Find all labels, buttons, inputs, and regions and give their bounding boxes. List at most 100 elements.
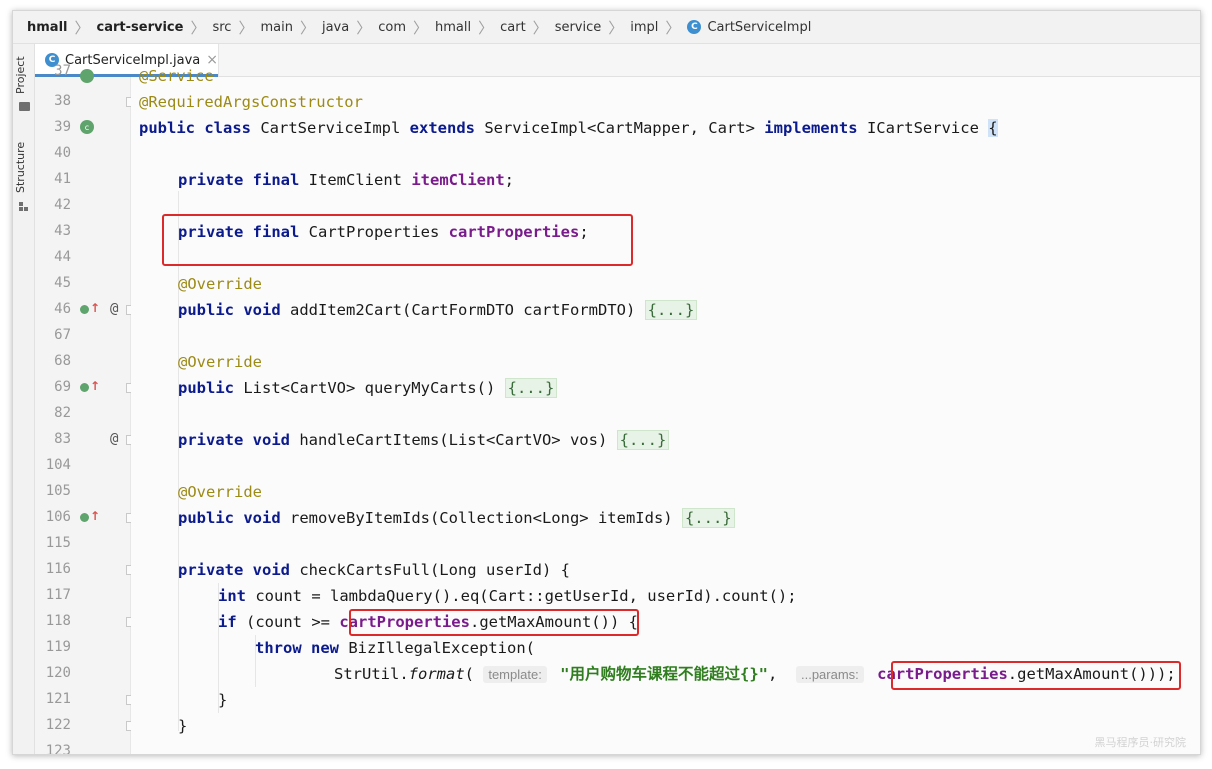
folded-block[interactable]: {...}: [616, 430, 670, 450]
line-number: 122: [45, 717, 71, 733]
line-number: 67: [54, 327, 71, 343]
code-text: @Override: [178, 483, 262, 501]
breadcrumb-label: service: [554, 19, 602, 35]
chevron-right-icon: 〉: [356, 18, 372, 37]
chevron-right-icon: 〉: [532, 18, 548, 37]
editor-gutter: 37 38 39 c 40 41 42 43 44 45 46 ↑ @ 67 68 6…: [35, 63, 136, 755]
class-icon: C: [687, 20, 702, 34]
chevron-right-icon: 〉: [74, 18, 90, 37]
code-text: }: [218, 691, 228, 709]
code-text: public List<CartVO> queryMyCarts() {...}: [178, 375, 558, 401]
chevron-right-icon: 〉: [299, 18, 315, 37]
code-text: StrUtil.format( template: "用户购物车课程不能超过{}…: [334, 665, 1176, 683]
structure-icon: [19, 202, 29, 211]
code-text: throw new BizIllegalException(: [255, 639, 535, 657]
breadcrumb-item[interactable]: main: [260, 20, 292, 35]
code-line: @RequiredArgsConstructor: [131, 89, 1200, 115]
line-number: 46: [54, 301, 71, 317]
line-number: 39: [54, 119, 71, 135]
chevron-right-icon: 〉: [478, 18, 494, 37]
inlay-hint: ...params:: [795, 666, 864, 683]
line-number: 83: [54, 431, 71, 447]
project-tool-button[interactable]: Project: [14, 52, 34, 114]
code-text: @Service: [139, 67, 214, 85]
ide-window: hmall 〉 cart-service 〉 src 〉 main 〉 java…: [12, 10, 1201, 755]
breadcrumb-class-item[interactable]: C CartServiceImpl: [687, 20, 811, 35]
code-line: public List<CartVO> queryMyCarts() {...}: [131, 375, 1200, 401]
folded-block[interactable]: {...}: [644, 300, 698, 320]
code-line: StrUtil.format( template: "用户购物车课程不能超过{}…: [131, 661, 1200, 687]
breadcrumb-item[interactable]: src: [212, 20, 231, 35]
breadcrumb-label: com: [378, 19, 406, 35]
code-line: }: [131, 687, 1200, 713]
structure-tool-label: Structure: [14, 141, 27, 193]
chevron-right-icon: 〉: [190, 18, 206, 37]
code-line: public class CartServiceImpl extends Ser…: [131, 115, 1200, 141]
breadcrumb-label: cart-service: [96, 19, 184, 35]
code-line: private final CartProperties cartPropert…: [131, 219, 1200, 245]
code-text: }: [178, 717, 188, 735]
at-sign-icon[interactable]: @: [110, 432, 118, 446]
line-number: 115: [45, 535, 71, 551]
line-number: 119: [45, 639, 71, 655]
code-text: public class CartServiceImpl extends Ser…: [139, 119, 998, 137]
code-text: @Override: [178, 353, 262, 371]
code-text: @Override: [178, 275, 262, 293]
code-line: private void handleCartItems(List<CartVO…: [131, 427, 1200, 453]
code-text: int count = lambdaQuery().eq(Cart::getUs…: [218, 587, 797, 605]
code-line: @Service: [131, 63, 1200, 89]
code-line: @Override: [131, 479, 1200, 505]
breadcrumb-item[interactable]: impl: [630, 20, 658, 35]
folded-block[interactable]: {...}: [504, 378, 558, 398]
breadcrumb-label: impl: [630, 19, 659, 35]
line-number: 45: [54, 275, 71, 291]
line-number: 116: [45, 561, 71, 577]
line-number: 44: [54, 249, 71, 265]
line-number: 121: [45, 691, 71, 707]
breadcrumb-label: cart: [500, 19, 526, 35]
implements-method-icon[interactable]: [80, 513, 89, 522]
inlay-hint: template:: [483, 666, 547, 683]
line-number: 82: [54, 405, 71, 421]
project-tool-label: Project: [14, 56, 27, 94]
code-line: public void removeByItemIds(Collection<L…: [131, 505, 1200, 531]
breadcrumb-item[interactable]: cart-service: [97, 20, 184, 35]
line-number: 117: [45, 587, 71, 603]
code-text: public void removeByItemIds(Collection<L…: [178, 505, 735, 531]
breadcrumb-item[interactable]: cart: [500, 20, 526, 35]
implements-method-icon[interactable]: [80, 305, 89, 314]
arrow-up-icon: ↑: [90, 301, 101, 315]
line-number: 120: [45, 665, 71, 681]
arrow-up-icon: ↑: [90, 379, 101, 393]
code-text: private void handleCartItems(List<CartVO…: [178, 427, 670, 453]
line-number: 69: [54, 379, 71, 395]
breadcrumb-label: hmall: [27, 19, 68, 35]
breadcrumb-item[interactable]: hmall: [27, 20, 68, 35]
breadcrumb-label: src: [212, 19, 232, 35]
line-number: 43: [54, 223, 71, 239]
breadcrumb-item[interactable]: hmall: [435, 20, 471, 35]
at-sign-icon[interactable]: @: [110, 302, 118, 316]
spring-bean-icon[interactable]: [80, 69, 94, 83]
line-number: 123: [45, 743, 71, 755]
structure-tool-button[interactable]: Structure: [14, 136, 34, 214]
chevron-right-icon: 〉: [238, 18, 254, 37]
code-text: public void addItem2Cart(CartFormDTO car…: [178, 297, 698, 323]
code-editor[interactable]: @Service @RequiredArgsConstructor public…: [131, 67, 1200, 754]
code-text: if (count >= cartProperties.getMaxAmount…: [218, 613, 638, 631]
line-number: 118: [45, 613, 71, 629]
breadcrumb-item[interactable]: service: [555, 20, 602, 35]
breadcrumb-label: CartServiceImpl: [707, 19, 812, 35]
code-line: @Override: [131, 271, 1200, 297]
breadcrumb-item[interactable]: java: [322, 20, 349, 35]
tool-window-strip: Project Structure: [13, 44, 35, 754]
code-line: if (count >= cartProperties.getMaxAmount…: [131, 609, 1200, 635]
breadcrumb-item[interactable]: com: [378, 20, 406, 35]
line-number: 40: [54, 145, 71, 161]
folded-block[interactable]: {...}: [681, 508, 735, 528]
chevron-right-icon: 〉: [608, 18, 624, 37]
implements-method-icon[interactable]: [80, 383, 89, 392]
spring-bean-icon[interactable]: c: [80, 120, 94, 134]
code-line: public void addItem2Cart(CartFormDTO car…: [131, 297, 1200, 323]
line-number: 104: [45, 457, 71, 473]
